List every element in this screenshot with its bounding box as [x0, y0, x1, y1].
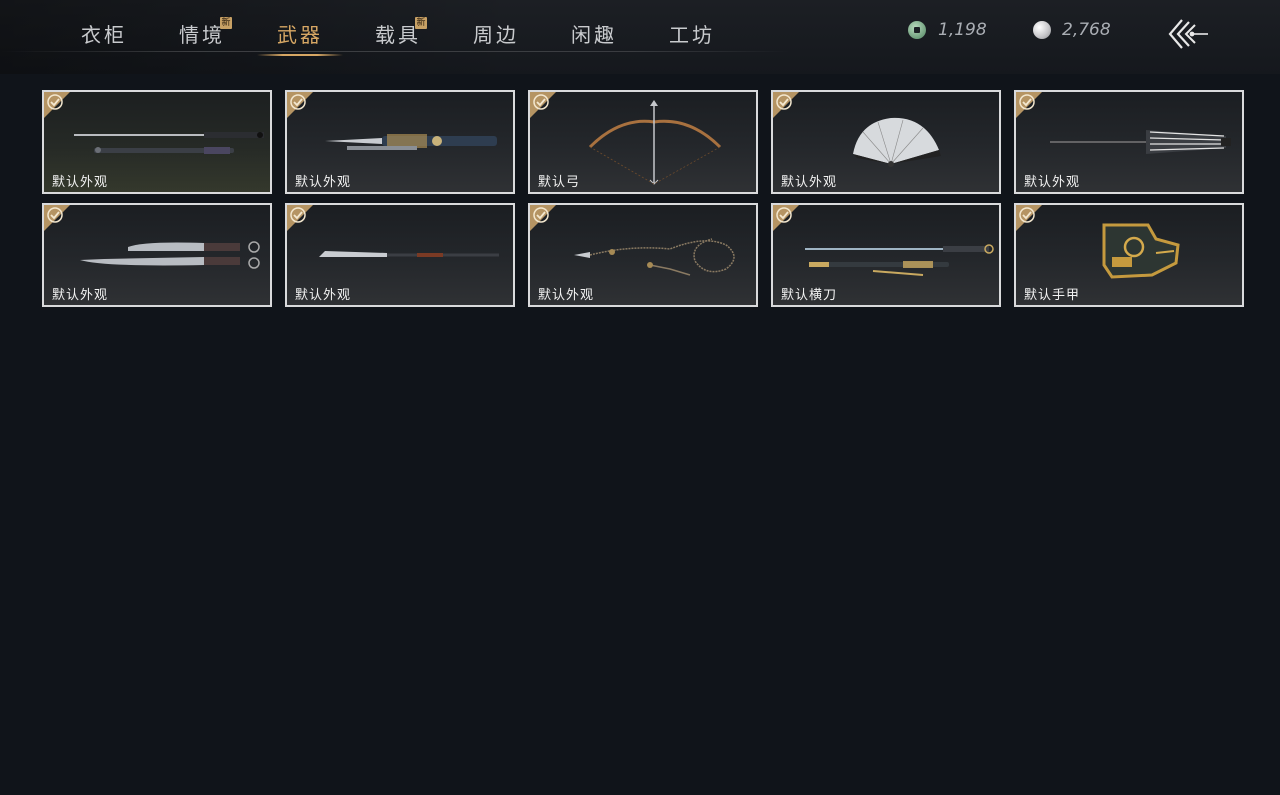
- tab-leisure[interactable]: 闲趣: [545, 14, 643, 54]
- item-name: 默认外观: [52, 288, 109, 303]
- item-name: 默认手甲: [1024, 288, 1081, 303]
- check-icon: [47, 207, 63, 223]
- pearl-currency: 2,768: [1033, 20, 1111, 40]
- weapon-card[interactable]: 默认外观: [285, 90, 515, 194]
- item-name: 默认外观: [52, 175, 109, 190]
- top-bar: 衣柜 情境新 武器 载具新 周边 闲趣 工坊 1,198 2,768: [0, 0, 1280, 74]
- weapon-card[interactable]: 默认手甲: [1014, 203, 1244, 307]
- jade-amount: 1,198: [938, 20, 987, 40]
- item-name: 默认外观: [295, 175, 352, 190]
- check-icon: [47, 94, 63, 110]
- weapon-card[interactable]: 默认外观: [42, 90, 272, 194]
- check-icon: [290, 207, 306, 223]
- tab-label: 衣柜: [81, 23, 127, 47]
- weapon-card[interactable]: 默认外观: [528, 203, 758, 307]
- item-name: 默认横刀: [781, 288, 838, 303]
- tab-vehicles[interactable]: 载具新: [349, 14, 447, 54]
- item-name: 默认外观: [781, 175, 838, 190]
- tab-label: 武器: [277, 23, 323, 47]
- tab-label: 工坊: [669, 23, 715, 47]
- back-button[interactable]: [1166, 16, 1212, 52]
- check-icon: [533, 94, 549, 110]
- check-icon: [776, 207, 792, 223]
- check-icon: [533, 207, 549, 223]
- new-badge: 新: [220, 17, 232, 29]
- back-arrow-icon: [1168, 19, 1208, 49]
- tab-weapons[interactable]: 武器: [251, 14, 349, 56]
- tab-scenes[interactable]: 情境新: [153, 14, 251, 54]
- item-name: 默认外观: [1024, 175, 1081, 190]
- jade-currency: 1,198: [908, 20, 987, 40]
- category-tabs: 衣柜 情境新 武器 载具新 周边 闲趣 工坊: [55, 14, 741, 56]
- check-icon: [1019, 207, 1035, 223]
- pearl-icon: [1033, 21, 1051, 39]
- pearl-amount: 2,768: [1062, 20, 1111, 40]
- active-tab-underline: [257, 54, 343, 56]
- tab-label: 情境: [179, 23, 225, 47]
- weapon-card[interactable]: 默认外观: [1014, 90, 1244, 194]
- tab-label: 周边: [473, 23, 519, 47]
- new-badge: 新: [415, 17, 427, 29]
- tab-workshop[interactable]: 工坊: [643, 14, 741, 54]
- item-name: 默认弓: [538, 175, 581, 190]
- weapon-card[interactable]: 默认外观: [771, 90, 1001, 194]
- item-name: 默认外观: [538, 288, 595, 303]
- check-icon: [1019, 94, 1035, 110]
- weapon-card[interactable]: 默认外观: [42, 203, 272, 307]
- weapon-card[interactable]: 默认外观: [285, 203, 515, 307]
- tab-peripherals[interactable]: 周边: [447, 14, 545, 54]
- item-name: 默认外观: [295, 288, 352, 303]
- check-icon: [776, 94, 792, 110]
- weapon-card[interactable]: 默认弓: [528, 90, 758, 194]
- tab-label: 闲趣: [571, 23, 617, 47]
- weapon-card[interactable]: 默认横刀: [771, 203, 1001, 307]
- jade-coin-icon: [908, 21, 926, 39]
- check-icon: [290, 94, 306, 110]
- tab-wardrobe[interactable]: 衣柜: [55, 14, 153, 54]
